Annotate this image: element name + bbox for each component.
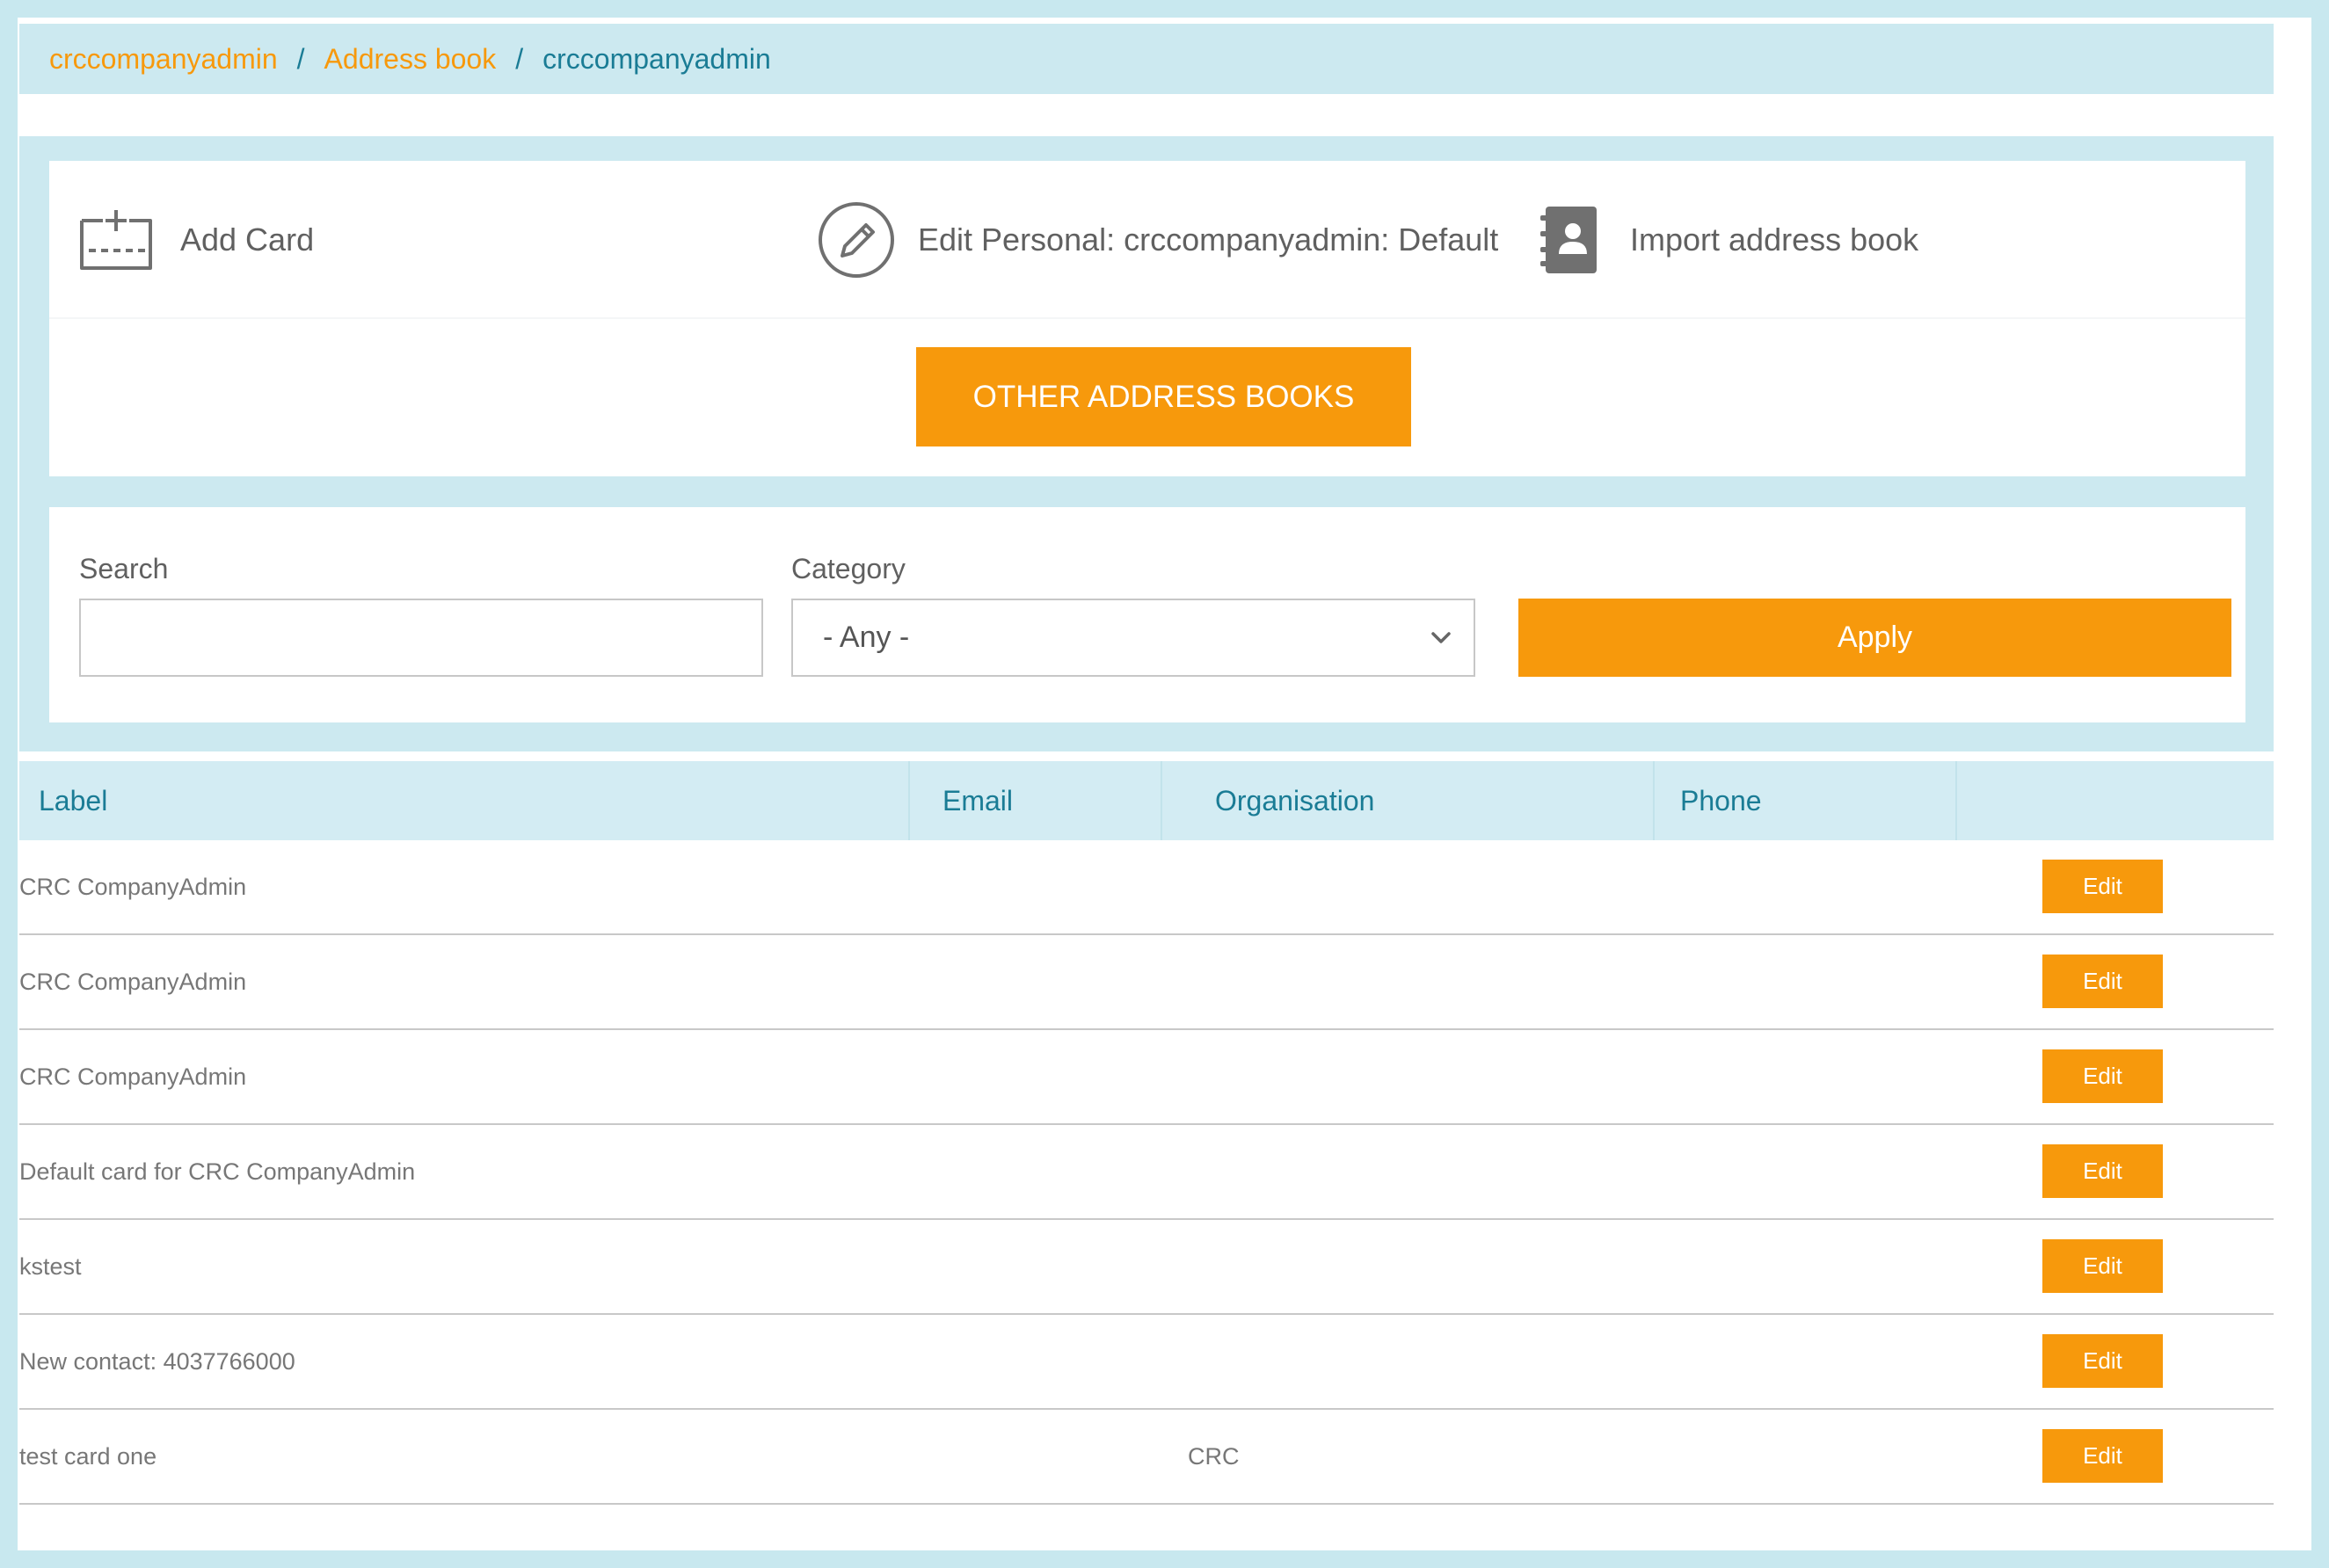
other-address-books-button[interactable]: OTHER ADDRESS BOOKS: [916, 347, 1411, 446]
edit-button[interactable]: Edit: [2042, 955, 2163, 1008]
column-header-phone[interactable]: Phone: [1680, 761, 1762, 840]
table-row: test card one CRC Edit: [19, 1410, 2274, 1505]
column-divider: [1161, 761, 1162, 840]
row-label: kstest: [19, 1252, 82, 1280]
table-header: Label Email Organisation Phone: [19, 761, 2274, 840]
row-label: Default card for CRC CompanyAdmin: [19, 1158, 416, 1185]
edit-button[interactable]: Edit: [2042, 1334, 2163, 1388]
table-row: kstest Edit: [19, 1220, 2274, 1315]
card-plus-icon: [78, 208, 154, 272]
category-select[interactable]: - Any -: [791, 599, 1475, 677]
row-label: New contact: 4037766000: [19, 1347, 295, 1375]
edit-button[interactable]: Edit: [2042, 1144, 2163, 1198]
table-row: CRC CompanyAdmin Edit: [19, 840, 2274, 935]
column-header-email[interactable]: Email: [943, 761, 1013, 840]
table-row: CRC CompanyAdmin Edit: [19, 1030, 2274, 1125]
breadcrumb-current: crccompanyadmin: [542, 42, 771, 75]
filter-form: Search Category - Any - Apply: [49, 507, 2245, 722]
add-card-action[interactable]: Add Card: [78, 161, 314, 319]
edit-button[interactable]: Edit: [2042, 860, 2163, 913]
edit-personal-action[interactable]: Edit Personal: crccompanyadmin: Default: [818, 161, 1498, 319]
column-divider: [1955, 761, 1957, 840]
edit-button[interactable]: Edit: [2042, 1429, 2163, 1483]
table-row: CRC CompanyAdmin Edit: [19, 935, 2274, 1030]
category-selected-value: - Any -: [823, 621, 910, 654]
row-label: CRC CompanyAdmin: [19, 968, 247, 995]
search-label: Search: [79, 553, 169, 584]
import-book-action[interactable]: Import address book: [1539, 161, 1918, 319]
apply-button[interactable]: Apply: [1518, 599, 2231, 677]
category-label: Category: [791, 553, 906, 584]
address-book-panel: Add Card Edit Personal: crccompanyadmin:…: [19, 136, 2274, 751]
table-row: Default card for CRC CompanyAdmin Edit: [19, 1125, 2274, 1220]
breadcrumb-separator: /: [515, 42, 524, 75]
actions-row: Add Card Edit Personal: crccompanyadmin:…: [49, 161, 2245, 319]
row-label: test card one: [19, 1442, 157, 1470]
add-card-label: Add Card: [180, 221, 315, 258]
edit-personal-label: Edit Personal: crccompanyadmin: Default: [918, 221, 1499, 258]
chevron-down-icon: [1428, 625, 1454, 659]
row-organisation: CRC: [1188, 1442, 1240, 1470]
edit-button[interactable]: Edit: [2042, 1049, 2163, 1103]
column-divider: [1653, 761, 1655, 840]
pencil-circle-icon: [818, 201, 895, 279]
contact-book-icon: [1539, 205, 1598, 275]
actions-card: Add Card Edit Personal: crccompanyadmin:…: [49, 161, 2245, 476]
row-label: CRC CompanyAdmin: [19, 1063, 247, 1090]
breadcrumb-separator: /: [296, 42, 305, 75]
table-row: New contact: 4037766000 Edit: [19, 1315, 2274, 1410]
column-header-organisation[interactable]: Organisation: [1215, 761, 1374, 840]
address-table-body: CRC CompanyAdmin Edit CRC CompanyAdmin Edit…: [19, 840, 2274, 1505]
column-divider: [908, 761, 910, 840]
row-label: CRC CompanyAdmin: [19, 873, 247, 900]
breadcrumb-link-user[interactable]: crccompanyadmin: [49, 43, 278, 76]
import-book-label: Import address book: [1630, 221, 1919, 258]
edit-button[interactable]: Edit: [2042, 1239, 2163, 1293]
breadcrumb-link-address-book[interactable]: Address book: [324, 43, 497, 76]
search-input[interactable]: [79, 599, 763, 677]
breadcrumb: crccompanyadmin / Address book / crccomp…: [19, 24, 2274, 94]
column-header-label[interactable]: Label: [39, 761, 107, 840]
